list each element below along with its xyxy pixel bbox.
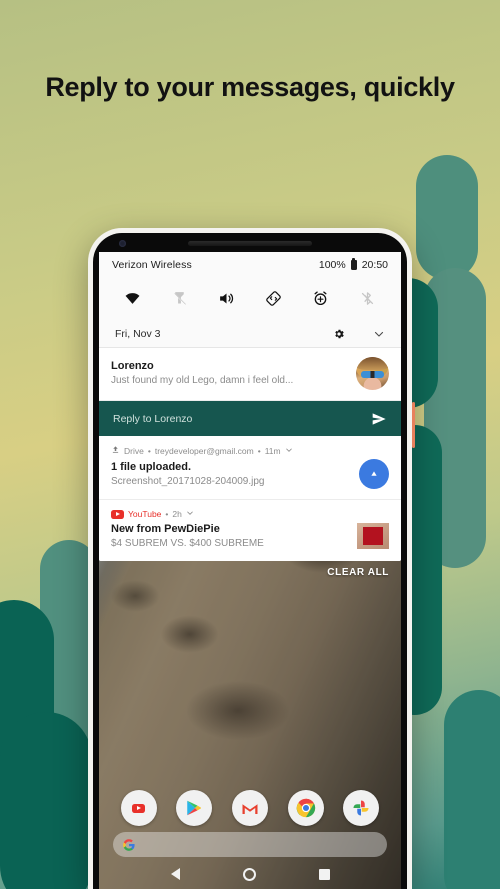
decor-blob-right-bottom <box>444 690 500 889</box>
gmail-icon <box>242 804 258 814</box>
reply-input[interactable] <box>113 412 371 425</box>
wifi-icon[interactable] <box>117 283 147 313</box>
chevron-down-icon[interactable] <box>285 446 293 456</box>
clear-all-button[interactable]: CLEAR ALL <box>327 567 389 578</box>
google-search-bar[interactable] <box>113 832 387 857</box>
chevron-down-icon[interactable] <box>373 328 385 340</box>
separator-dot: • <box>165 509 169 519</box>
battery-full-icon <box>350 258 357 270</box>
play-store-icon <box>187 800 202 816</box>
notification-body: Just found my old Lego, damn i feel old.… <box>111 375 294 387</box>
phone-mockup: CLEAR ALL Verizon Wireless 100% 20:50 Fr… <box>88 228 415 889</box>
nav-home-button[interactable] <box>242 867 256 881</box>
drive-badge-icon <box>359 459 389 489</box>
earpiece-speaker <box>188 241 312 246</box>
youtube-icon <box>132 803 146 813</box>
drive-upload-icon <box>111 445 120 456</box>
notification-youtube[interactable]: YouTube • 2h New from PewDiePie $4 SUBRE… <box>99 500 401 561</box>
nav-recents-button[interactable] <box>318 868 330 880</box>
chevron-down-icon[interactable] <box>186 509 194 519</box>
volume-icon[interactable] <box>211 283 241 313</box>
quick-settings-footer: Fri, Nov 3 <box>99 320 401 348</box>
front-camera <box>119 240 126 247</box>
bluetooth-off-icon[interactable] <box>353 283 383 313</box>
notification-title: Lorenzo <box>111 360 154 373</box>
notification-shade: Verizon Wireless 100% 20:50 Fri, Nov 3 L… <box>99 252 401 561</box>
gear-icon[interactable] <box>333 328 345 340</box>
google-g-icon <box>123 838 135 851</box>
page-title: Reply to your messages, quickly <box>45 72 455 102</box>
avatar <box>356 357 389 390</box>
promo-screenshot: Reply to your messages, quickly CLEAR AL… <box>0 0 500 889</box>
notification-title: New from PewDiePie <box>111 523 220 535</box>
quick-settings-tiles <box>99 278 401 320</box>
timestamp-label: 11m <box>264 445 281 456</box>
notification-message[interactable]: Lorenzo Just found my old Lego, damn i f… <box>99 348 401 401</box>
dock <box>99 790 401 826</box>
phone-screen: CLEAR ALL Verizon Wireless 100% 20:50 Fr… <box>99 252 401 889</box>
decor-blob-right-top <box>416 155 478 280</box>
dock-icon-chrome[interactable] <box>287 790 324 826</box>
decor-blob-left-lower <box>0 712 92 889</box>
notification-drive[interactable]: Drive • treydeveloper@gmail.com • 11m 1 <box>99 436 401 500</box>
account-label: treydeveloper@gmail.com <box>154 445 254 456</box>
chrome-icon <box>296 798 315 818</box>
separator-dot: • <box>147 445 151 456</box>
alarm-icon[interactable] <box>306 283 336 313</box>
power-button[interactable] <box>412 402 415 448</box>
separator-dot: • <box>257 445 261 456</box>
flashlight-off-icon[interactable] <box>164 283 194 313</box>
thumbnail-shape <box>363 527 383 546</box>
dock-icon-gmail[interactable] <box>231 790 268 826</box>
notification-title: 1 file uploaded. <box>111 460 192 473</box>
app-name-label: Drive <box>124 445 144 456</box>
notification-header: Drive • treydeveloper@gmail.com • 11m <box>111 445 389 456</box>
auto-rotate-icon[interactable] <box>259 283 289 313</box>
avatar-hair <box>356 357 389 370</box>
battery-percent-label: 100% <box>318 259 346 271</box>
dock-icon-play-store[interactable] <box>176 790 213 826</box>
carrier-label: Verizon Wireless <box>112 259 192 271</box>
notification-header: YouTube • 2h <box>111 509 389 519</box>
navigation-bar <box>99 859 401 889</box>
inline-reply-bar[interactable] <box>99 401 401 436</box>
clock-label: 20:50 <box>361 259 388 271</box>
notification-body: $4 SUBREM VS. $400 SUBREME <box>111 538 264 550</box>
send-icon[interactable] <box>371 411 387 427</box>
nav-back-button[interactable] <box>170 868 180 880</box>
youtube-icon <box>111 509 124 519</box>
app-name-label: YouTube <box>128 509 162 519</box>
photos-icon <box>353 800 369 816</box>
avatar-sunglasses <box>361 371 384 378</box>
dock-icon-photos[interactable] <box>343 790 380 826</box>
date-label: Fri, Nov 3 <box>115 327 161 340</box>
timestamp-label: 2h <box>172 509 182 519</box>
video-thumbnail <box>357 523 389 550</box>
status-bar: Verizon Wireless 100% 20:50 <box>99 252 401 278</box>
dock-icon-youtube[interactable] <box>120 790 157 826</box>
phone-bezel: CLEAR ALL Verizon Wireless 100% 20:50 Fr… <box>93 233 407 889</box>
notification-body: Screenshot_20171028-204009.jpg <box>111 475 265 487</box>
